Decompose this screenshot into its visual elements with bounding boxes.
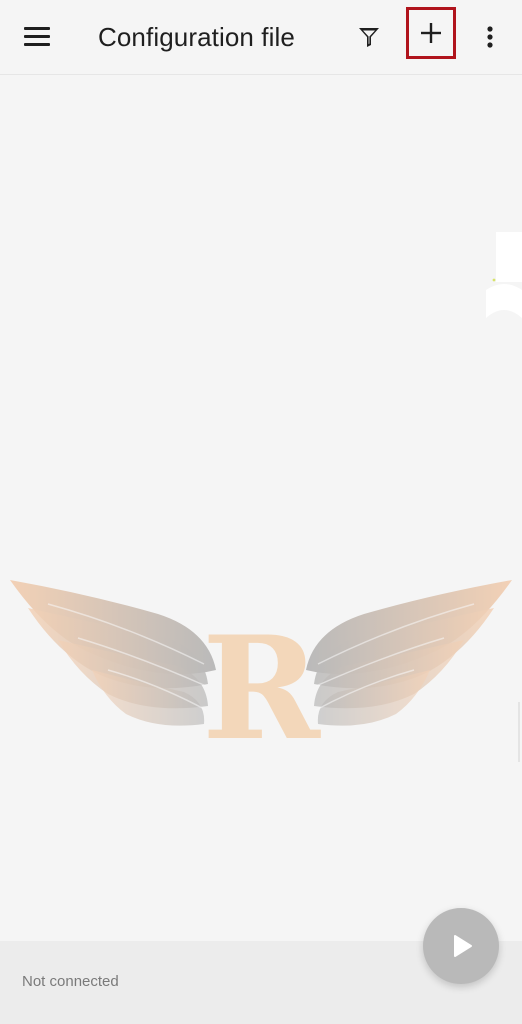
- watermark-logo: R: [8, 574, 514, 772]
- filter-button[interactable]: [345, 13, 393, 61]
- menu-button[interactable]: [14, 13, 62, 61]
- menu-icon: [24, 27, 50, 46]
- top-app-bar: Configuration file: [0, 0, 522, 75]
- edge-drawer-handle[interactable]: [486, 232, 522, 318]
- edge-scroll-indicator: [518, 702, 520, 762]
- more-vert-icon: [487, 26, 493, 48]
- config-list-area[interactable]: [0, 75, 522, 941]
- page-title: Configuration file: [98, 22, 295, 52]
- edge-handle-icon: [486, 232, 522, 318]
- add-config-button[interactable]: [406, 7, 456, 59]
- logo-letter: R: [202, 606, 321, 746]
- app-screen: Configuration file R Not connected: [0, 0, 522, 1024]
- connection-status-text: Not connected: [22, 973, 119, 990]
- winged-r-logo: R: [10, 580, 512, 772]
- plus-icon: [421, 23, 441, 43]
- filter-icon: [359, 28, 379, 47]
- play-icon: [454, 935, 472, 957]
- more-options-button[interactable]: [468, 13, 512, 61]
- connect-fab-button[interactable]: [423, 908, 499, 984]
